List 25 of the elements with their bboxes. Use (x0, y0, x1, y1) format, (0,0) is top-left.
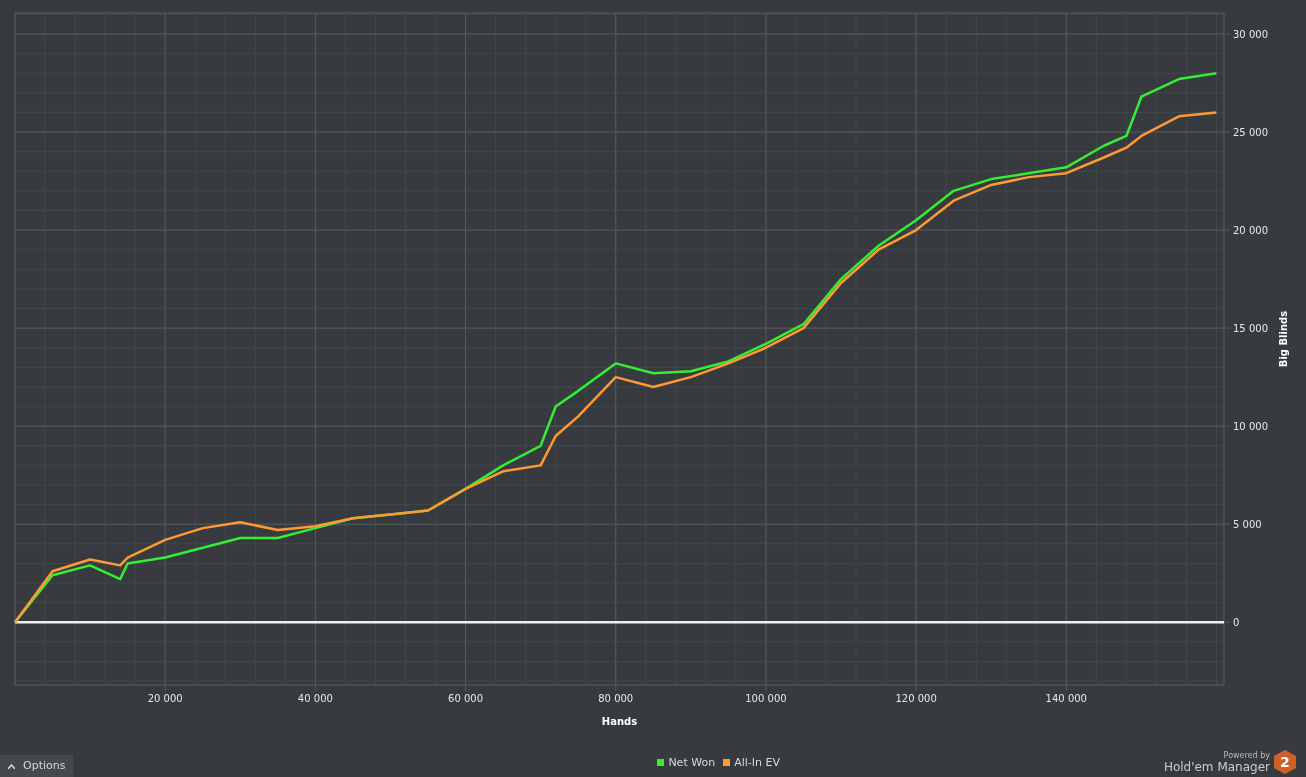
y-tick-label: 10 000 (1233, 421, 1268, 433)
y-tick-label: 30 000 (1233, 29, 1268, 40)
brand-badge: 2 (1274, 750, 1296, 774)
brand-name: Hold'em Manager (1163, 759, 1270, 774)
x-axis-title: Hands (601, 716, 638, 727)
legend-label: Net Won (668, 754, 716, 771)
caret-up-icon (8, 763, 15, 769)
legend-swatch (657, 759, 665, 767)
y-tick-label: 0 (1233, 617, 1240, 629)
powered-by-text: Powered by (1223, 750, 1270, 760)
x-tick-label: 20 000 (147, 693, 183, 704)
x-tick-label: 140 000 (1045, 693, 1087, 704)
x-tick-label: 80 000 (598, 693, 634, 704)
x-tick-label: 60 000 (448, 693, 484, 704)
legend-swatch (723, 759, 731, 767)
x-tick-label: 40 000 (297, 693, 333, 704)
x-tick-label: 120 000 (895, 693, 937, 704)
y-tick-label: 25 000 (1233, 127, 1268, 139)
y-tick-label: 5 000 (1233, 519, 1262, 531)
y-tick-label: 20 000 (1233, 225, 1268, 237)
x-tick-label: 100 000 (745, 693, 787, 704)
options-button[interactable]: Options (0, 755, 74, 777)
legend-label: All-In EV (734, 754, 780, 771)
y-axis-title: Big Blinds (1278, 310, 1289, 368)
y-tick-label: 15 000 (1233, 323, 1268, 335)
